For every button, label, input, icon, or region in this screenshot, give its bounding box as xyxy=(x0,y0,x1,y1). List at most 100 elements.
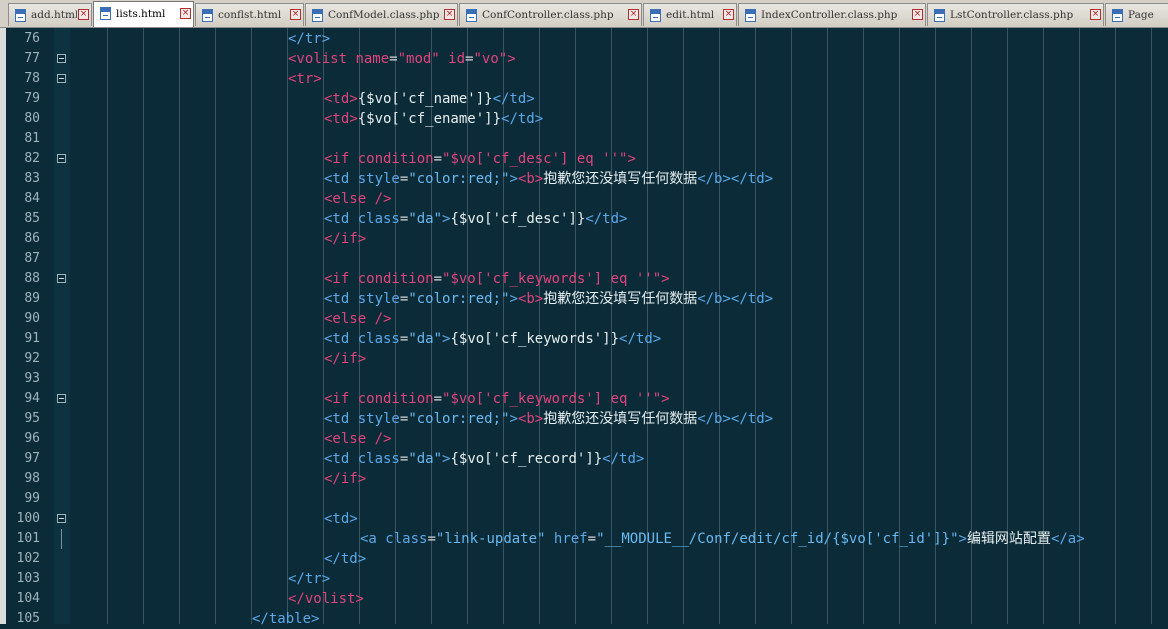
code-token: > xyxy=(661,391,670,407)
code-line: 101 <a class="link-update" href="__MODULE… xyxy=(0,529,1168,549)
code-line: 86 </if> xyxy=(0,229,1168,249)
code-token: > xyxy=(509,171,518,187)
tab-label: IndexController.class.php xyxy=(761,9,898,21)
code-token: style xyxy=(357,171,400,187)
line-number: 81 xyxy=(24,131,40,146)
code-text: <if condition="$vo['cf_keywords'] eq ''"… xyxy=(324,269,670,289)
code-token: <td xyxy=(324,291,358,307)
code-token: = xyxy=(433,271,443,287)
code-text: <td>{$vo['cf_name']}</td> xyxy=(324,89,535,109)
code-token: 抱歉您还没填写任何数据 xyxy=(543,411,698,427)
line-number: 103 xyxy=(16,571,40,586)
code-token: "$vo['cf_keywords'] eq ''" xyxy=(442,391,662,407)
code-token: </b> xyxy=(697,411,731,427)
code-token: <td> xyxy=(324,511,358,527)
tab-close-icon[interactable]: × xyxy=(78,9,89,20)
code-token: > xyxy=(509,411,518,427)
code-text: </td> xyxy=(324,549,366,569)
line-number: 96 xyxy=(24,431,40,446)
fold-toggle-icon[interactable] xyxy=(57,394,66,403)
code-token: "$vo['cf_keywords'] eq ''" xyxy=(442,271,662,287)
code-token: </tr> xyxy=(288,31,331,47)
code-token: condition xyxy=(357,391,434,407)
code-text: <td style="color:red;"><b>抱歉您还没填写任何数据</b… xyxy=(324,169,773,189)
code-token: > xyxy=(661,271,670,287)
code-token: {$vo['cf_name']} xyxy=(357,91,493,107)
code-token: <if xyxy=(324,271,358,287)
code-token: </if> xyxy=(324,231,367,247)
code-text: <td> xyxy=(324,509,358,529)
fold-toggle-icon[interactable] xyxy=(57,274,66,283)
line-number: 102 xyxy=(16,551,40,566)
tab-close-icon[interactable]: × xyxy=(180,8,191,19)
file-icon xyxy=(202,9,213,22)
code-token: </td> xyxy=(602,451,645,467)
code-token: </td> xyxy=(730,291,774,307)
line-number: 77 xyxy=(24,51,40,66)
code-text: </table> xyxy=(252,609,319,629)
tab-lists-html[interactable]: lists.html × xyxy=(93,1,194,27)
fold-toggle-icon[interactable] xyxy=(57,514,66,523)
tab-label: lists.html xyxy=(116,8,166,20)
code-line: 99 xyxy=(0,489,1168,509)
code-token: <td xyxy=(324,411,358,427)
code-editor[interactable]: 76 </tr> 77 <volist name="mod" id="vo"> 78 <t… xyxy=(0,28,1168,627)
tab-close-icon[interactable]: × xyxy=(628,9,639,20)
code-token: condition xyxy=(357,151,434,167)
code-text: <td style="color:red;"><b>抱歉您还没填写任何数据</b… xyxy=(324,409,773,429)
line-number: 100 xyxy=(16,511,40,526)
code-token: </b> xyxy=(697,171,731,187)
tab-close-icon[interactable]: × xyxy=(912,9,923,20)
code-line: 90 <else /> xyxy=(0,309,1168,329)
code-token: </b> xyxy=(697,291,731,307)
code-line: 89 <td style="color:red;"><b>抱歉您还没填写任何数据<… xyxy=(0,289,1168,309)
code-token: name xyxy=(355,51,390,67)
tab-close-icon[interactable]: × xyxy=(723,9,734,20)
code-token: 编辑网站配置 xyxy=(966,531,1051,547)
tab-edit-html[interactable]: edit.html × xyxy=(643,3,737,26)
code-token: 抱歉您还没填写任何数据 xyxy=(543,171,698,187)
code-line: 103 </tr> xyxy=(0,569,1168,589)
code-token: </td> xyxy=(492,91,535,107)
code-text: <volist name="mod" id="vo"> xyxy=(288,49,516,69)
tab-indexcontroller-class-php[interactable]: IndexController.class.php × xyxy=(738,3,926,26)
tab-close-icon[interactable]: × xyxy=(290,9,301,20)
code-line: 83 <td style="color:red;"><b>抱歉您还没填写任何数据<… xyxy=(0,169,1168,189)
code-token: "link-update" xyxy=(435,531,546,547)
tab-close-icon[interactable]: × xyxy=(444,9,455,20)
tab-conflst-html[interactable]: conflst.html × xyxy=(195,3,304,26)
code-text: <else /> xyxy=(324,309,391,329)
code-token: <volist xyxy=(288,51,356,67)
code-token: {$vo['cf_ename']} xyxy=(357,111,502,127)
code-line: 79 <td>{$vo['cf_name']}</td> xyxy=(0,89,1168,109)
code-token: > xyxy=(627,151,636,167)
code-token: </td> xyxy=(730,411,774,427)
file-icon xyxy=(100,7,111,20)
code-token: "color:red;" xyxy=(408,411,510,427)
code-token: <else /> xyxy=(324,191,392,207)
fold-toggle-icon[interactable] xyxy=(57,74,66,83)
code-text: <td>{$vo['cf_ename']}</td> xyxy=(324,109,543,129)
code-line: 76 </tr> xyxy=(0,29,1168,49)
code-token: </a> xyxy=(1050,531,1085,547)
tab-confcontroller-class-php[interactable]: ConfController.class.php × xyxy=(459,3,642,26)
line-number: 92 xyxy=(24,351,40,366)
line-number: 89 xyxy=(24,291,40,306)
code-token: </if> xyxy=(324,471,367,487)
tab-page[interactable]: Page xyxy=(1105,3,1168,26)
tab-add-html[interactable]: add.html × xyxy=(8,3,92,26)
code-token: {$vo['cf_record']} xyxy=(450,451,603,467)
tab-lstcontroller-class-php[interactable]: LstController.class.php × xyxy=(927,3,1104,26)
code-token: <b> xyxy=(517,411,544,427)
code-line: 100 <td> xyxy=(0,509,1168,529)
tab-confmodel-class-php[interactable]: ConfModel.class.php × xyxy=(305,3,458,26)
code-token: </table> xyxy=(252,611,320,627)
tab-close-icon[interactable]: × xyxy=(1090,9,1101,20)
fold-toggle-icon[interactable] xyxy=(57,54,66,63)
fold-toggle-icon[interactable] xyxy=(57,154,66,163)
line-number: 98 xyxy=(24,471,40,486)
code-token: <tr> xyxy=(288,71,322,87)
tab-label: edit.html xyxy=(666,9,715,21)
code-token: <else /> xyxy=(324,311,392,327)
line-number: 88 xyxy=(24,271,40,286)
